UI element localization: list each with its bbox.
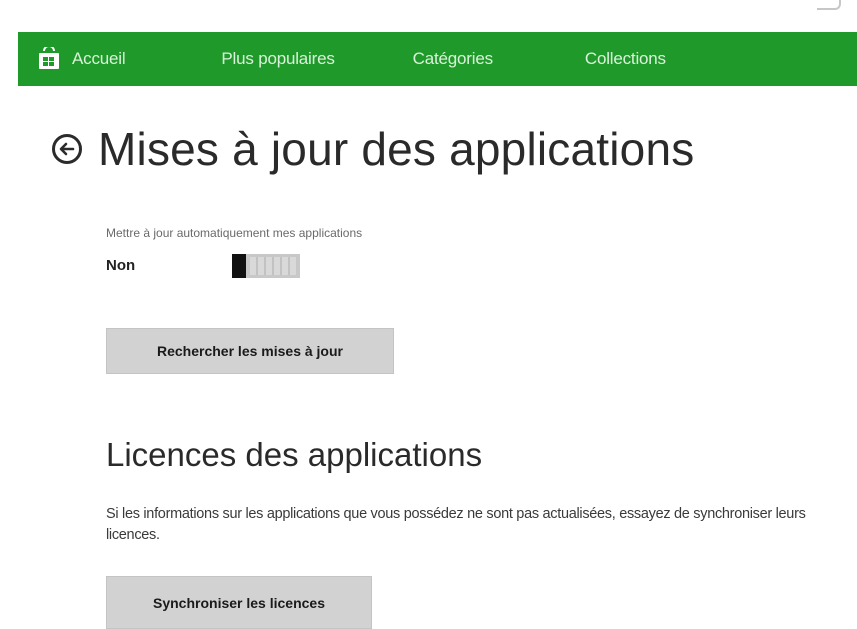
page-title: Mises à jour des applications	[98, 123, 695, 175]
check-updates-button[interactable]: Rechercher les mises à jour	[106, 328, 394, 374]
nav-item-home[interactable]: Accueil	[72, 49, 126, 69]
nav-item-collections[interactable]: Collections	[585, 49, 666, 69]
store-settings-page: Accueil Plus populaires Catégories Colle…	[0, 0, 857, 629]
top-navigation-bar: Accueil Plus populaires Catégories Colle…	[18, 32, 857, 86]
store-icon[interactable]	[36, 46, 62, 72]
toggle-track	[250, 257, 296, 275]
licenses-section-title: Licences des applications	[106, 436, 483, 473]
page-header: Mises à jour des applications	[52, 122, 694, 176]
nav-item-popular[interactable]: Plus populaires	[221, 49, 334, 69]
licenses-description: Si les informations sur les applications…	[106, 506, 806, 543]
nav-item-categories[interactable]: Catégories	[413, 49, 493, 69]
corner-icon	[817, 0, 841, 10]
auto-update-state: Non	[106, 257, 136, 274]
sync-licenses-button[interactable]: Synchroniser les licences	[106, 576, 372, 629]
auto-update-toggle[interactable]	[232, 254, 300, 278]
back-arrow-icon[interactable]	[52, 134, 82, 164]
toggle-thumb	[232, 254, 246, 278]
auto-update-label: Mettre à jour automatiquement mes applic…	[106, 226, 363, 240]
